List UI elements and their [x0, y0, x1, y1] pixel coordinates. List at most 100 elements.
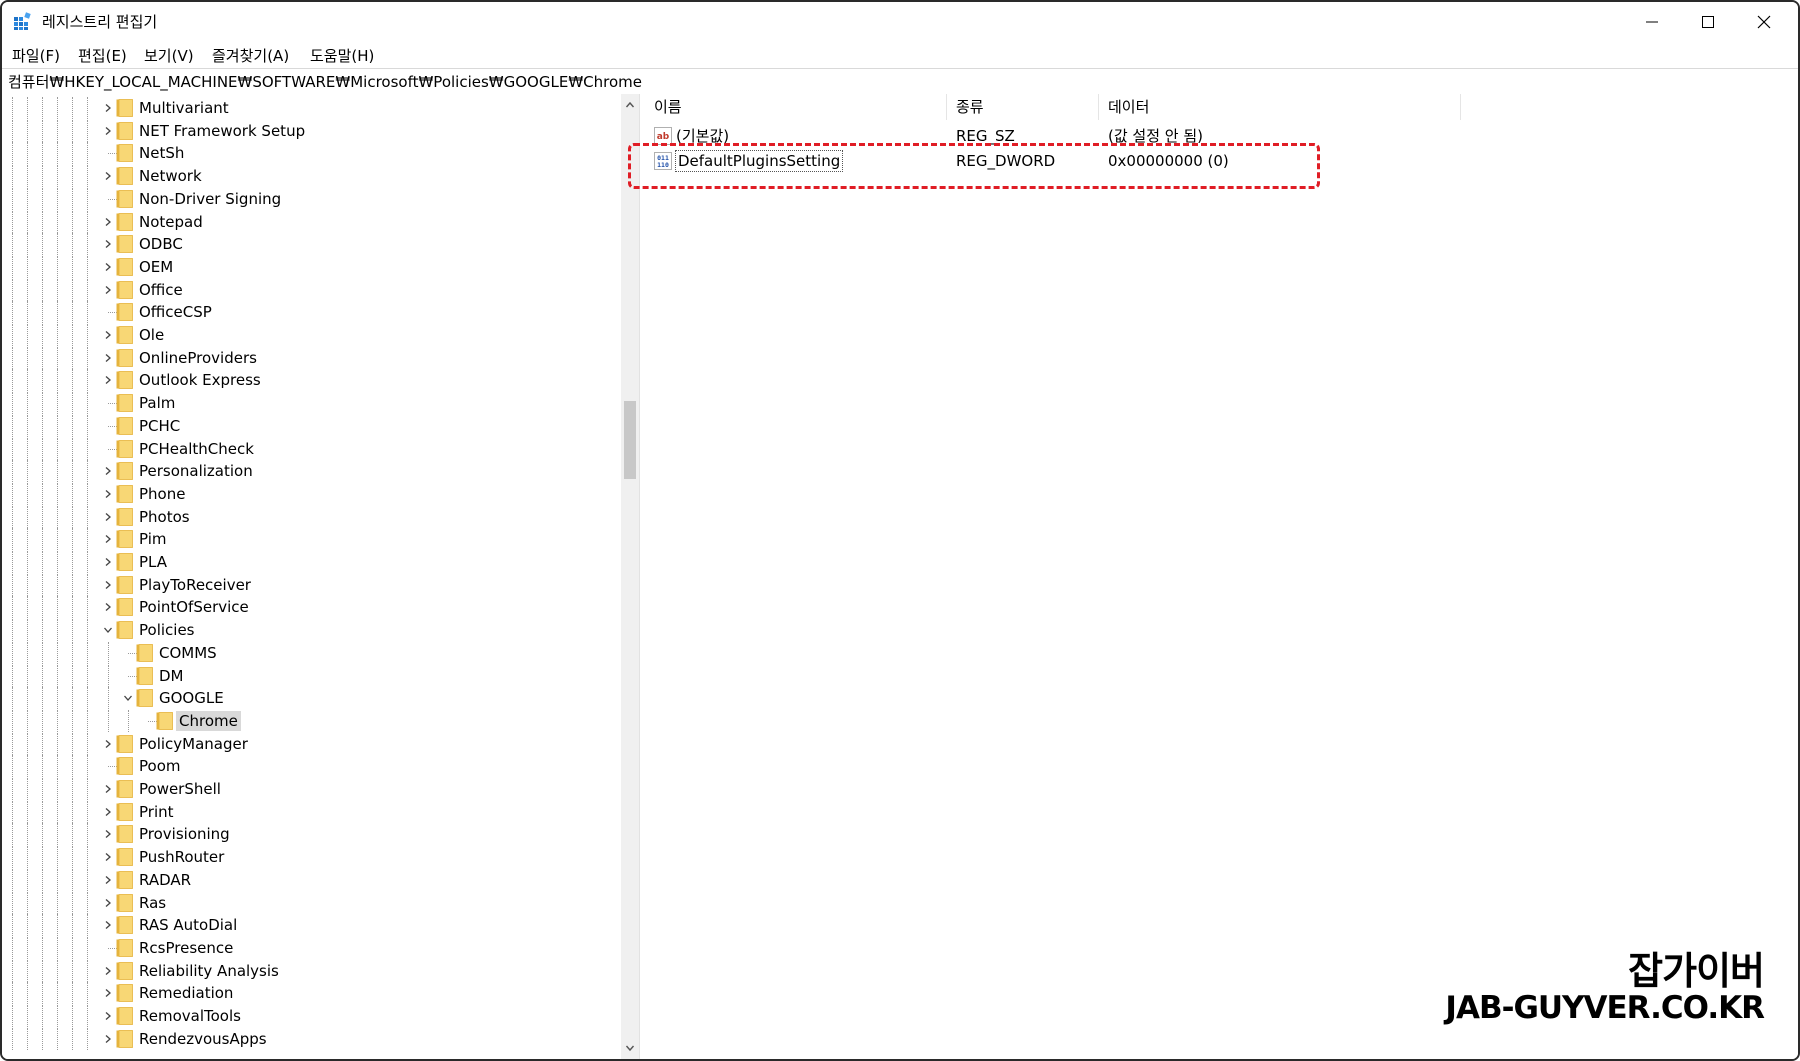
tree-item-chrome[interactable]: Chrome — [2, 709, 612, 732]
tree-item-google[interactable]: GOOGLE — [2, 687, 612, 710]
chevron-right-icon[interactable] — [101, 1032, 115, 1046]
column-header-type[interactable]: 종류 — [948, 94, 1098, 120]
tree-item-label: Multivariant — [139, 99, 229, 117]
tree-item-provisioning[interactable]: Provisioning — [2, 823, 612, 846]
tree-item-odbc[interactable]: ODBC — [2, 233, 612, 256]
tree-vertical-scrollbar[interactable] — [621, 94, 639, 1059]
tree-item-pchealthcheck[interactable]: PCHealthCheck — [2, 437, 612, 460]
menu-help[interactable]: 도움말(H) — [310, 45, 374, 66]
chevron-right-icon[interactable] — [101, 986, 115, 1000]
tree-item-network[interactable]: Network — [2, 165, 612, 188]
tree-item-office[interactable]: Office — [2, 278, 612, 301]
tree-item-net-framework-setup[interactable]: NET Framework Setup — [2, 119, 612, 142]
chevron-right-icon[interactable] — [101, 283, 115, 297]
tree-item-ras[interactable]: Ras — [2, 891, 612, 914]
tree-guide-line — [87, 165, 88, 188]
tree-item-onlineproviders[interactable]: OnlineProviders — [2, 346, 612, 369]
tree-item-oem[interactable]: OEM — [2, 255, 612, 278]
chevron-right-icon[interactable] — [101, 351, 115, 365]
maximize-button[interactable] — [1680, 2, 1736, 42]
close-button[interactable] — [1736, 2, 1792, 42]
chevron-right-icon[interactable] — [101, 578, 115, 592]
tree-item-powershell[interactable]: PowerShell — [2, 778, 612, 800]
tree-item-multivariant[interactable]: Multivariant — [2, 97, 612, 119]
chevron-right-icon[interactable] — [101, 737, 115, 751]
chevron-right-icon[interactable] — [101, 101, 115, 115]
tree-guide-line — [12, 528, 13, 551]
tree-item-policymanager[interactable]: PolicyManager — [2, 732, 612, 755]
tree-item-outlook-express[interactable]: Outlook Express — [2, 369, 612, 392]
scroll-down-button[interactable] — [621, 1039, 639, 1057]
tree-item-non-driver-signing[interactable]: Non-Driver Signing — [2, 187, 612, 210]
chevron-right-icon[interactable] — [101, 487, 115, 501]
tree-item-radar[interactable]: RADAR — [2, 868, 612, 891]
scroll-up-button[interactable] — [621, 96, 639, 114]
chevron-right-icon[interactable] — [101, 827, 115, 841]
tree-item-removaltools[interactable]: RemovalTools — [2, 1005, 612, 1027]
chevron-right-icon[interactable] — [101, 850, 115, 864]
tree-item-pchc[interactable]: PCHC — [2, 414, 612, 437]
tree-item-officecsp[interactable]: OfficeCSP — [2, 301, 612, 324]
chevron-down-icon[interactable] — [121, 691, 135, 705]
key-tree-pane[interactable]: Multivariant NET Framework Setup NetSh Netw… — [2, 94, 621, 1059]
tree-item-pointofservice[interactable]: PointOfService — [2, 596, 612, 619]
values-pane[interactable]: 이름 종류 데이터 ab (기본값) REG_SZ (값 설정 안 됨) 011… — [646, 94, 1798, 1059]
column-header-data[interactable]: 데이터 — [1100, 94, 1460, 120]
chevron-right-icon[interactable] — [101, 555, 115, 569]
tree-guide-line — [57, 346, 58, 369]
chevron-right-icon[interactable] — [101, 237, 115, 251]
tree-guide-line — [12, 823, 13, 846]
column-separator[interactable] — [1460, 94, 1461, 120]
chevron-right-icon[interactable] — [101, 464, 115, 478]
tree-item-pim[interactable]: Pim — [2, 528, 612, 551]
chevron-right-icon[interactable] — [101, 124, 115, 138]
chevron-right-icon[interactable] — [101, 896, 115, 910]
tree-item-netsh[interactable]: NetSh — [2, 142, 612, 165]
tree-item-notepad[interactable]: Notepad — [2, 210, 612, 233]
title-bar[interactable]: 레지스트리 편집기 — [2, 2, 1798, 42]
tree-item-pushrouter[interactable]: PushRouter — [2, 846, 612, 869]
chevron-right-icon[interactable] — [101, 600, 115, 614]
tree-item-reliability-analysis[interactable]: Reliability Analysis — [2, 959, 612, 982]
chevron-right-icon[interactable] — [101, 532, 115, 546]
minimize-button[interactable] — [1624, 2, 1680, 42]
menu-view[interactable]: 보기(V) — [144, 45, 194, 66]
chevron-right-icon[interactable] — [101, 782, 115, 796]
chevron-right-icon[interactable] — [101, 328, 115, 342]
tree-item-poom[interactable]: Poom — [2, 755, 612, 778]
tree-item-comms[interactable]: COMMS — [2, 641, 612, 664]
tree-item-personalization[interactable]: Personalization — [2, 460, 612, 483]
chevron-right-icon[interactable] — [101, 510, 115, 524]
column-header-name[interactable]: 이름 — [646, 94, 946, 120]
column-separator[interactable] — [1098, 94, 1099, 120]
tree-item-rcspresence[interactable]: RcsPresence — [2, 936, 612, 959]
menu-favorites[interactable]: 즐겨찾기(A) — [212, 45, 289, 66]
chevron-right-icon[interactable] — [101, 964, 115, 978]
chevron-right-icon[interactable] — [101, 918, 115, 932]
chevron-right-icon[interactable] — [101, 169, 115, 183]
chevron-right-icon[interactable] — [101, 215, 115, 229]
tree-item-playtoreceiver[interactable]: PlayToReceiver — [2, 573, 612, 596]
chevron-right-icon[interactable] — [101, 805, 115, 819]
chevron-right-icon[interactable] — [101, 873, 115, 887]
menu-edit[interactable]: 편집(E) — [78, 45, 127, 66]
menu-file[interactable]: 파일(F) — [12, 45, 60, 66]
chevron-right-icon[interactable] — [101, 373, 115, 387]
tree-item-photos[interactable]: Photos — [2, 505, 612, 528]
tree-item-rendezvousapps[interactable]: RendezvousApps — [2, 1027, 612, 1050]
column-separator[interactable] — [946, 94, 947, 120]
tree-item-palm[interactable]: Palm — [2, 392, 612, 415]
address-input[interactable] — [8, 70, 1792, 92]
tree-item-print[interactable]: Print — [2, 800, 612, 823]
tree-item-pla[interactable]: PLA — [2, 551, 612, 573]
chevron-right-icon[interactable] — [101, 260, 115, 274]
tree-item-policies[interactable]: Policies — [2, 619, 612, 642]
tree-item-dm[interactable]: DM — [2, 664, 612, 687]
tree-item-ras-autodial[interactable]: RAS AutoDial — [2, 914, 612, 937]
scroll-thumb[interactable] — [624, 401, 636, 479]
tree-item-phone[interactable]: Phone — [2, 482, 612, 505]
tree-item-remediation[interactable]: Remediation — [2, 982, 612, 1005]
chevron-right-icon[interactable] — [101, 1009, 115, 1023]
chevron-down-icon[interactable] — [101, 623, 115, 637]
tree-item-ole[interactable]: Ole — [2, 324, 612, 346]
